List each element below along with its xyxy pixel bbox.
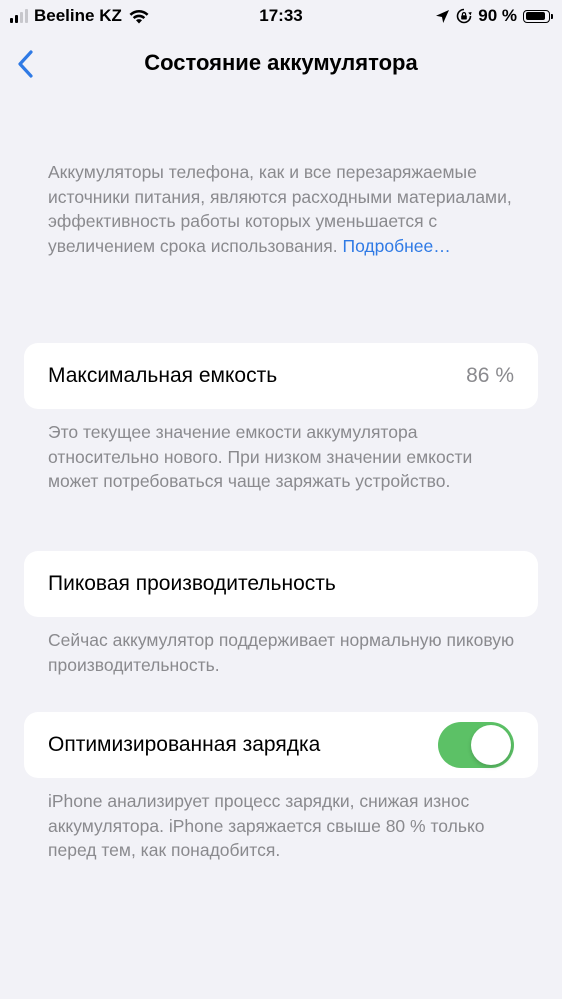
learn-more-link[interactable]: Подробнее…	[342, 236, 450, 256]
peak-performance-footer: Сейчас аккумулятор поддерживает нормальн…	[48, 630, 515, 675]
optimized-charging-row: Оптимизированная зарядка	[24, 712, 538, 778]
battery-fill	[525, 12, 546, 20]
max-capacity-value: 86 %	[466, 364, 514, 387]
intro-description: Аккумуляторы телефона, как и все перезар…	[48, 160, 518, 258]
status-right: 90 %	[435, 6, 553, 26]
toggle-knob	[471, 725, 511, 765]
max-capacity-row: Максимальная емкость 86 %	[24, 343, 538, 409]
optimized-charging-footer: iPhone анализирует процесс зарядки, сниж…	[48, 791, 485, 860]
peak-performance-label: Пиковая производительность	[48, 572, 336, 595]
peak-performance-row: Пиковая производительность	[24, 551, 538, 617]
optimized-charging-toggle[interactable]	[438, 722, 514, 768]
max-capacity-footer: Это текущее значение емкости аккумулятор…	[48, 422, 473, 491]
navigation-bar: Состояние аккумулятора	[0, 40, 562, 88]
battery-icon	[523, 9, 553, 23]
location-arrow-icon	[436, 9, 450, 23]
status-bar: Beeline KZ 17:33 90 %	[0, 0, 562, 34]
max-capacity-label: Максимальная емкость	[48, 364, 278, 387]
battery-percent: 90 %	[478, 6, 517, 25]
page-title: Состояние аккумулятора	[144, 50, 418, 75]
optimized-charging-label: Оптимизированная зарядка	[48, 733, 321, 756]
rotation-lock-icon	[456, 8, 472, 24]
